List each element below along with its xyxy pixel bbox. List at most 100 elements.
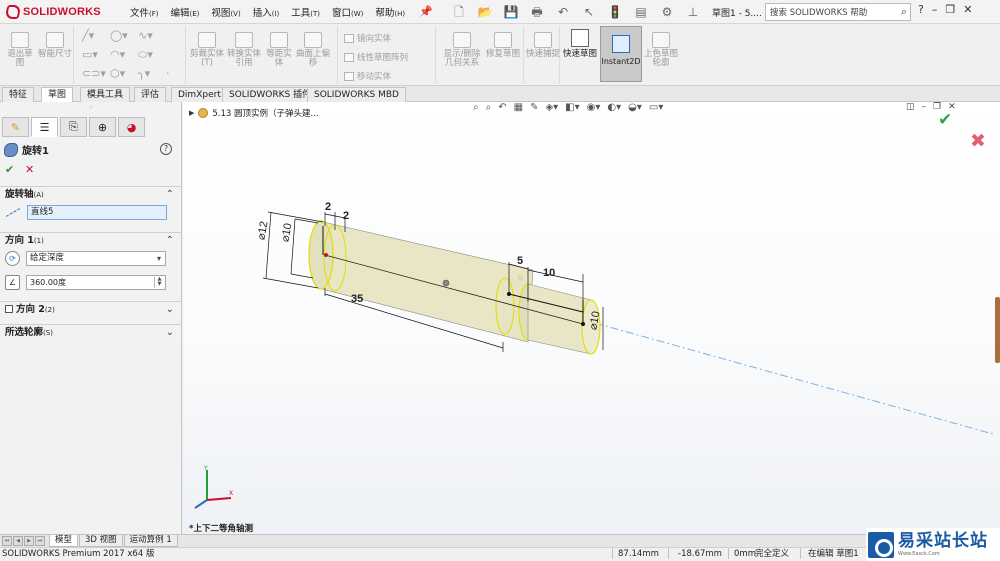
section-axis-of-revolution[interactable]: 旋转轴(A) ⌃ xyxy=(0,186,182,202)
spinner-icon[interactable]: ▲ ▼ xyxy=(154,277,164,288)
exit-sketch-button[interactable]: 退出草图 xyxy=(4,32,36,68)
axis-selection-field[interactable]: 直线5 xyxy=(27,205,167,220)
dim-35[interactable]: 35 xyxy=(351,293,363,305)
open-document-icon[interactable]: 📂 xyxy=(476,3,494,21)
move-entities-button[interactable]: 移动实体 xyxy=(344,70,391,82)
fillet-tool-icon[interactable]: ╮▾ xyxy=(138,67,150,80)
display-relations-button[interactable]: 显示/删除几何关系 xyxy=(440,32,484,68)
polygon-tool-icon[interactable]: ⬡▾ xyxy=(110,67,125,80)
rebuild-icon[interactable]: 🚦 xyxy=(606,3,624,21)
dim-2a[interactable]: 2 xyxy=(325,201,331,213)
options-gear-icon[interactable]: ⚙ xyxy=(658,3,676,21)
mirror-entities-button[interactable]: 镜向实体 xyxy=(344,32,391,44)
search-icon[interactable]: ⌕ xyxy=(901,5,910,19)
display-manager-tab-icon[interactable]: ◕ xyxy=(118,117,145,137)
axis-row: 直线5 xyxy=(5,205,167,220)
reverse-direction-icon[interactable]: ⟳ xyxy=(5,251,20,266)
save-icon[interactable]: 💾 xyxy=(502,3,520,21)
ellipse-tool-icon[interactable]: ⬭▾ xyxy=(138,48,153,62)
section-selected-contours[interactable]: 所选轮廓(S) ⌄ xyxy=(0,324,182,340)
property-manager-tab-icon[interactable]: ☰ xyxy=(31,117,58,137)
arc-tool-icon[interactable]: ◠▾ xyxy=(110,48,125,61)
chevron-up-icon[interactable]: ⌃ xyxy=(166,187,174,203)
minimize-icon[interactable]: – xyxy=(932,3,938,16)
undo-icon[interactable]: ↶ xyxy=(554,3,572,21)
menu-help[interactable]: 帮助(H) xyxy=(375,5,405,19)
tab-solidworks-addins[interactable]: SOLIDWORKS 插件 xyxy=(222,87,319,102)
section-direction-2[interactable]: 方向 2(2) ⌄ xyxy=(0,301,182,317)
end-condition-select[interactable]: 给定深度 ▾ xyxy=(26,251,166,266)
tab-model[interactable]: 模型 xyxy=(49,535,79,547)
prev-tab-icon[interactable]: ◀ xyxy=(13,536,23,546)
next-tab-icon[interactable]: ▶ xyxy=(24,536,34,546)
tab-dimxpert[interactable]: DimXpert xyxy=(171,87,228,102)
direction-2-checkbox[interactable] xyxy=(5,305,13,313)
offset-entities-button[interactable]: 等距实体 xyxy=(263,32,295,68)
restore-icon[interactable]: ❐ xyxy=(945,3,955,16)
slot-tool-icon[interactable]: ⊂⊃▾ xyxy=(82,67,106,80)
dim-5[interactable]: 5 xyxy=(517,255,523,267)
graphics-area[interactable]: ▶ 5.13 圆顶实例（子弹头建... ⌕ ⌕ ↶ ▦ ✎ ◈▾ ◧▾ ◉▾ ◐… xyxy=(183,102,1000,534)
angle-input[interactable]: 360.00度 ▲ ▼ xyxy=(26,275,166,290)
select-icon[interactable]: ↖ xyxy=(580,3,598,21)
cancel-x-icon[interactable]: ✕ xyxy=(25,163,34,176)
solidworks-logo[interactable]: SOLIDWORKS xyxy=(4,4,101,20)
dim-10[interactable]: 10 xyxy=(543,267,555,279)
line-tool-icon[interactable]: ╱▾ xyxy=(82,29,94,42)
circle-tool-icon[interactable]: ◯▾ xyxy=(110,29,128,42)
feature-manager-tab-icon[interactable]: ✎ xyxy=(2,117,29,137)
menu-window[interactable]: 窗口(W) xyxy=(332,5,363,19)
tab-motion-study-1[interactable]: 运动算例 1 xyxy=(123,535,178,547)
file-properties-icon[interactable]: ▤ xyxy=(632,3,650,21)
tab-features[interactable]: 特征 xyxy=(2,87,35,102)
repair-sketch-icon xyxy=(494,32,512,48)
rapid-snap-button[interactable]: 快速捕捉 xyxy=(526,32,560,59)
ok-check-icon[interactable]: ✔ xyxy=(5,163,14,176)
new-document-icon[interactable]: 🗋 xyxy=(450,3,468,21)
menu-file[interactable]: 文件(F) xyxy=(130,5,159,19)
menu-insert[interactable]: 插入(I) xyxy=(253,5,280,19)
smart-dimension-button[interactable]: 智能尺寸 xyxy=(38,32,72,59)
instant2d-button[interactable]: Instant2D xyxy=(600,26,642,82)
rectangle-tool-icon[interactable]: ▭▾ xyxy=(82,48,98,61)
property-manager: ◦ ✎ ☰ ⎘ ⊕ ◕ 旋转1 ? ✔ ✕ 旋转轴(A) ⌃ 直线5 方向 1(… xyxy=(0,102,182,534)
dimxpert-manager-tab-icon[interactable]: ⊕ xyxy=(89,117,116,137)
status-divider xyxy=(800,548,801,559)
sketch-origin-icon[interactable]: ⊥ xyxy=(684,3,702,21)
offset-on-surface-button[interactable]: 曲面上偏移 xyxy=(296,32,330,68)
chevron-up-icon[interactable]: ⌃ xyxy=(166,233,174,249)
first-tab-icon[interactable]: ⏮ xyxy=(2,536,12,546)
chevron-down-icon[interactable]: ⌄ xyxy=(166,302,174,318)
quick-sketch-button[interactable]: 快速草图 xyxy=(562,26,598,82)
menu-edit[interactable]: 编辑(E) xyxy=(171,5,200,19)
menu-view[interactable]: 视图(V) xyxy=(211,5,240,19)
panel-grip[interactable]: ◦ xyxy=(0,102,182,114)
repair-sketch-button[interactable]: 修复草图 xyxy=(486,32,520,59)
chevron-down-icon[interactable]: ⌄ xyxy=(166,325,174,341)
section-direction-1[interactable]: 方向 1(1) ⌃ xyxy=(0,232,182,248)
help-search-input[interactable]: 搜索 SOLIDWORKS 帮助 xyxy=(770,6,901,18)
trim-entities-button[interactable]: 剪裁实体(T) xyxy=(190,32,224,68)
print-icon[interactable]: 🖶 xyxy=(528,3,546,21)
tab-mold-tools[interactable]: 模具工具 xyxy=(80,87,131,102)
tab-evaluate[interactable]: 评估 xyxy=(134,87,167,102)
convert-entities-button[interactable]: 转换实体引用 xyxy=(226,32,262,68)
shaded-sketch-contours-button[interactable]: 上色草图轮廓 xyxy=(644,32,678,68)
last-tab-icon[interactable]: ⏭ xyxy=(35,536,45,546)
help-icon[interactable]: ? xyxy=(160,143,172,155)
scroll-thermometer[interactable] xyxy=(995,297,1000,363)
menu-tools[interactable]: 工具(T) xyxy=(291,5,320,19)
menu-bar: 文件(F) 编辑(E) 视图(V) 插入(I) 工具(T) 窗口(W) 帮助(H… xyxy=(130,5,405,19)
pin-menu-icon[interactable]: 📌 xyxy=(419,5,433,18)
linear-pattern-button[interactable]: 线性草图阵列 xyxy=(344,51,408,63)
help-search-box[interactable]: 搜索 SOLIDWORKS 帮助 ⌕ xyxy=(765,3,911,21)
tab-sketch[interactable]: 草图 xyxy=(41,87,74,102)
close-icon[interactable]: ✕ xyxy=(963,3,972,16)
help-question-icon[interactable]: ? xyxy=(918,3,924,16)
tab-3d-views[interactable]: 3D 视图 xyxy=(79,535,123,547)
tab-solidworks-mbd[interactable]: SOLIDWORKS MBD xyxy=(307,87,406,102)
dim-2b[interactable]: 2 xyxy=(343,210,349,222)
spline-tool-icon[interactable]: ∿▾ xyxy=(138,29,153,42)
configuration-manager-tab-icon[interactable]: ⎘ xyxy=(60,117,87,137)
point-tool-icon[interactable]: · xyxy=(166,67,170,80)
